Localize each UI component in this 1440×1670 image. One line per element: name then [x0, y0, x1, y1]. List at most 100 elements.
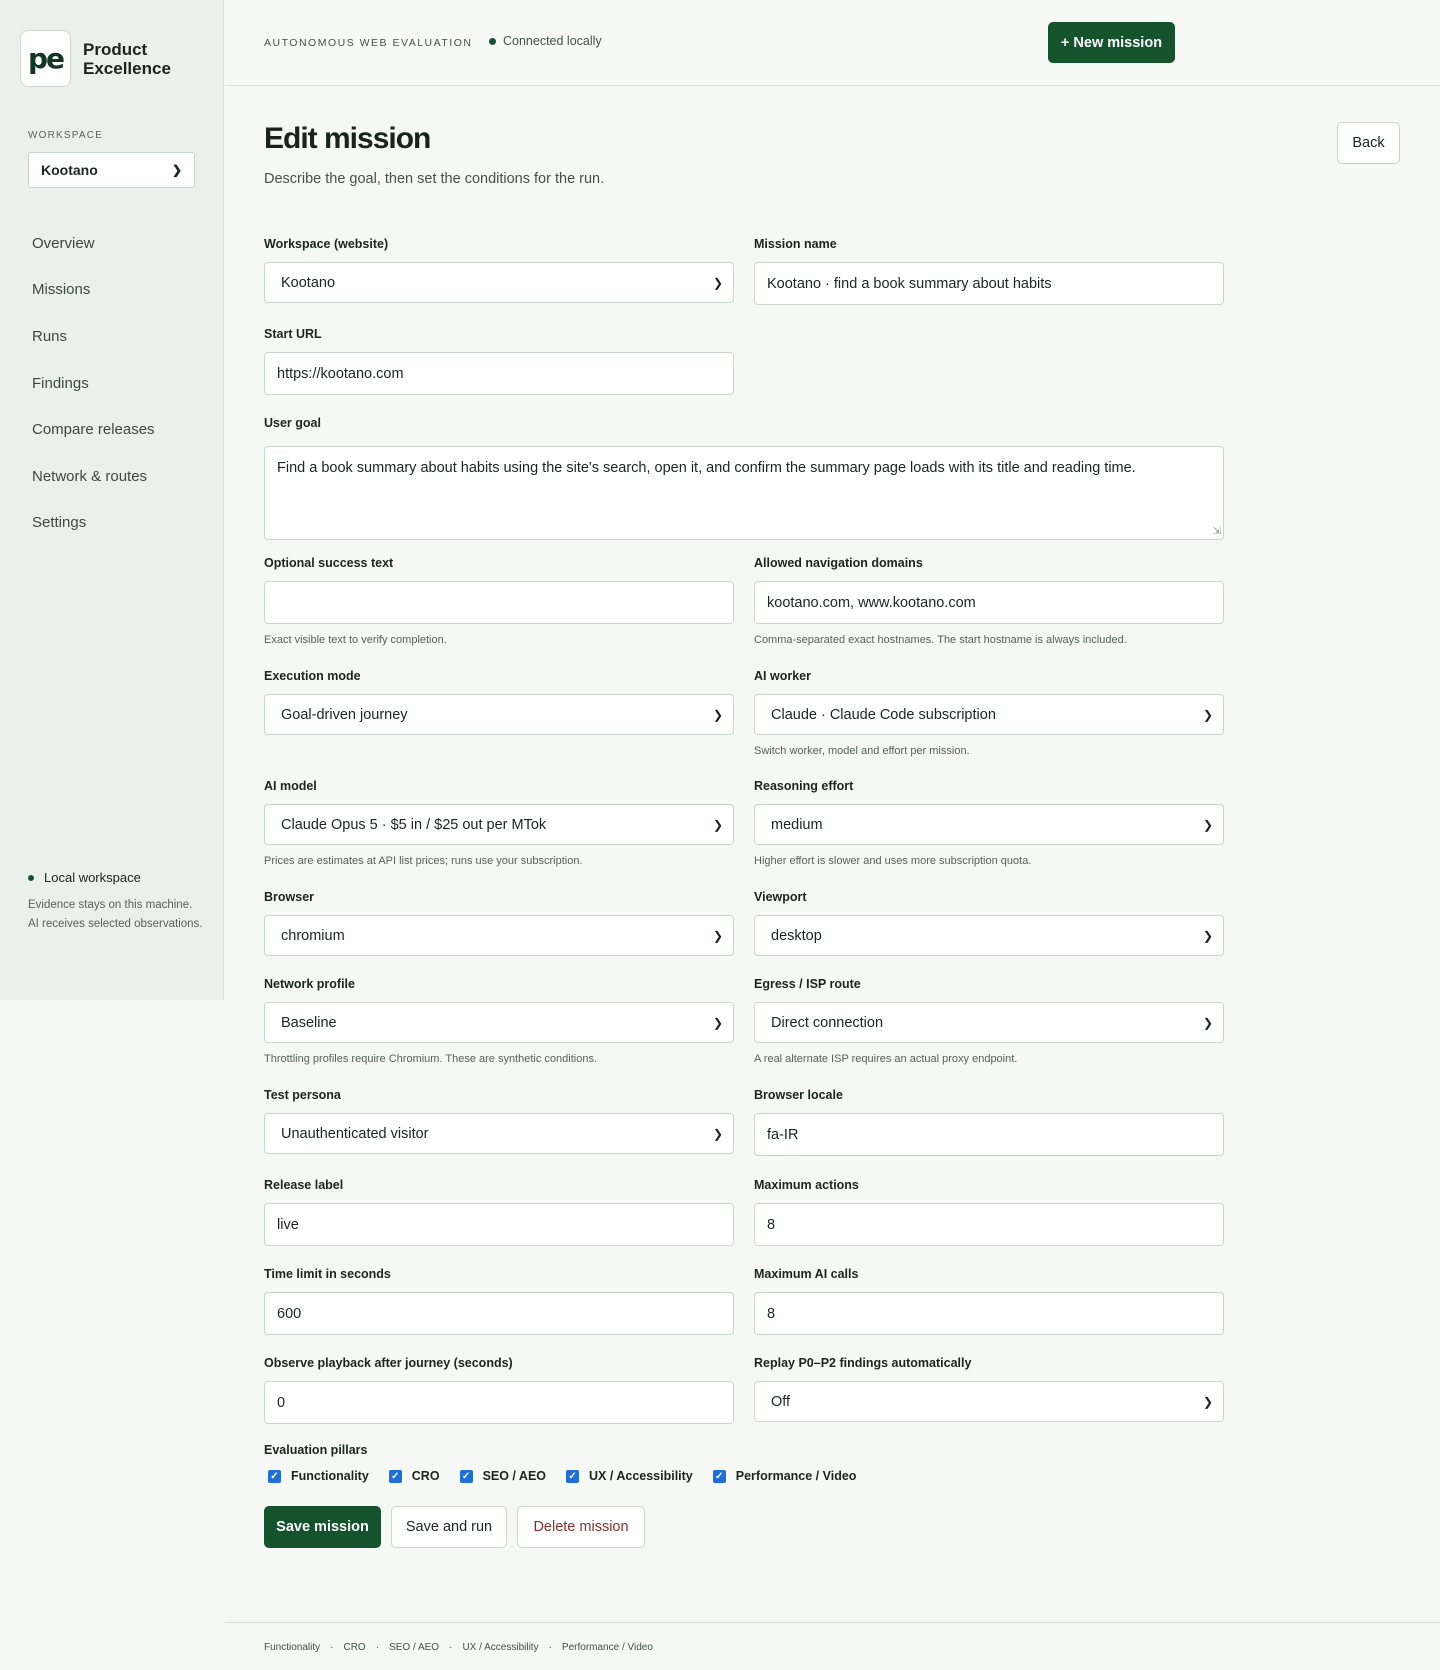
- browser-label: Browser: [264, 890, 315, 904]
- browser-value: chromium: [281, 927, 345, 944]
- workspace-website-select[interactable]: Kootano ❯: [264, 262, 734, 303]
- allowed-domains-input[interactable]: kootano.com, www.kootano.com: [754, 581, 1224, 624]
- checkbox-checked-icon[interactable]: ✓: [459, 1469, 473, 1483]
- new-mission-button[interactable]: + New mission: [1048, 22, 1175, 63]
- max-ai-calls-input[interactable]: 8: [754, 1292, 1224, 1335]
- sidebar-item-findings[interactable]: Findings: [32, 360, 155, 407]
- ai-model-select[interactable]: Claude Opus 5 · $5 in / $25 out per MTok…: [264, 804, 734, 845]
- local-workspace-line1: Evidence stays on this machine.: [28, 899, 193, 911]
- checkbox-checked-icon[interactable]: ✓: [566, 1469, 580, 1483]
- sidebar: pe Product Excellence WORKSPACE Kootano …: [0, 0, 224, 1000]
- pillar-label: CRO: [411, 1469, 440, 1483]
- network-profile-select[interactable]: Baseline ❯: [264, 1002, 734, 1043]
- chevron-down-icon: ❯: [712, 817, 723, 832]
- execution-mode-select[interactable]: Goal-driven journey ❯: [264, 694, 734, 735]
- evaluation-pillars-label: Evaluation pillars: [264, 1443, 368, 1457]
- persona-field: Test persona Unauthenticated visitor ❯: [264, 1088, 734, 1154]
- sidebar-item-settings[interactable]: Settings: [32, 500, 155, 547]
- workspace-field: Workspace (website) Kootano ❯: [264, 237, 734, 303]
- release-label-input[interactable]: live: [264, 1203, 734, 1246]
- user-goal-text: Find a book summary about habits using t…: [277, 460, 1136, 476]
- footer-link-functionality[interactable]: Functionality: [264, 1642, 320, 1653]
- pillar-label: Functionality: [291, 1469, 369, 1483]
- reasoning-effort-help: Higher effort is slower and uses more su…: [754, 855, 1032, 867]
- save-and-run-button[interactable]: Save and run: [391, 1506, 507, 1548]
- persona-label: Test persona: [264, 1088, 341, 1102]
- local-workspace-note: Local workspace Evidence stays on this m…: [28, 870, 208, 934]
- locale-label: Browser locale: [754, 1088, 843, 1102]
- max-actions-input[interactable]: 8: [754, 1203, 1224, 1246]
- footer-link-cro[interactable]: CRO: [343, 1642, 365, 1653]
- pillar-ux-accessibility[interactable]: ✓ UX / Accessibility: [562, 1469, 693, 1483]
- execution-mode-field: Execution mode Goal-driven journey ❯: [264, 669, 734, 735]
- pillar-performance-video[interactable]: ✓ Performance / Video: [709, 1469, 856, 1483]
- viewport-field: Viewport desktop ❯: [754, 890, 1224, 956]
- time-limit-input[interactable]: 600: [264, 1292, 734, 1335]
- execution-mode-value: Goal-driven journey: [281, 706, 408, 723]
- success-text-input[interactable]: [264, 581, 734, 624]
- egress-value: Direct connection: [771, 1014, 884, 1031]
- resize-grip-icon[interactable]: ⇲: [1213, 526, 1221, 537]
- sidebar-item-network-routes[interactable]: Network & routes: [32, 453, 155, 500]
- footer-link-ux-accessibility[interactable]: UX / Accessibility: [462, 1642, 538, 1653]
- checkbox-checked-icon[interactable]: ✓: [712, 1469, 726, 1483]
- chevron-down-icon: ❯: [712, 928, 723, 943]
- egress-select[interactable]: Direct connection ❯: [754, 1002, 1224, 1043]
- status-dot-icon: [28, 874, 34, 881]
- allowed-domains-field: Allowed navigation domains kootano.com, …: [754, 556, 1224, 646]
- mission-name-label: Mission name: [754, 237, 837, 251]
- reasoning-effort-select[interactable]: medium ❯: [754, 804, 1224, 845]
- footer-separator: ·: [375, 1642, 380, 1653]
- pillar-functionality[interactable]: ✓ Functionality: [264, 1469, 369, 1483]
- time-limit-field: Time limit in seconds 600: [264, 1267, 734, 1335]
- checkbox-checked-icon[interactable]: ✓: [268, 1469, 281, 1483]
- replay-findings-select[interactable]: Off ❯: [754, 1381, 1224, 1422]
- checkbox-checked-icon[interactable]: ✓: [388, 1469, 402, 1483]
- workspace-website-value: Kootano: [281, 274, 336, 291]
- ai-model-value: Claude Opus 5 · $5 in / $25 out per MTok: [281, 816, 547, 833]
- start-url-field: Start URL https://kootano.com: [264, 327, 734, 395]
- viewport-label: Viewport: [754, 890, 807, 904]
- observe-playback-label: Observe playback after journey (seconds): [264, 1356, 513, 1370]
- ai-worker-value: Claude · Claude Code subscription: [771, 706, 996, 723]
- local-workspace-title: Local workspace: [44, 870, 141, 885]
- release-label-label: Release label: [264, 1178, 344, 1192]
- viewport-select[interactable]: desktop ❯: [754, 915, 1224, 956]
- release-label-field: Release label live: [264, 1178, 734, 1246]
- start-url-input[interactable]: https://kootano.com: [264, 352, 734, 395]
- sidebar-item-overview[interactable]: Overview: [32, 220, 155, 267]
- ai-model-help: Prices are estimates at API list prices;…: [264, 855, 583, 867]
- network-profile-field: Network profile Baseline ❯ Throttling pr…: [264, 977, 734, 1065]
- observe-playback-input[interactable]: 0: [264, 1381, 734, 1424]
- sidebar-item-compare-releases[interactable]: Compare releases: [32, 406, 155, 453]
- execution-mode-label: Execution mode: [264, 669, 361, 683]
- footer-link-performance-video[interactable]: Performance / Video: [562, 1642, 653, 1653]
- pillar-cro[interactable]: ✓ CRO: [385, 1469, 440, 1483]
- user-goal-label: User goal: [264, 416, 321, 430]
- footer-link-seo-aeo[interactable]: SEO / AEO: [389, 1642, 439, 1653]
- ai-worker-select[interactable]: Claude · Claude Code subscription ❯: [754, 694, 1224, 735]
- connection-status: Connected locally: [489, 34, 602, 48]
- persona-select[interactable]: Unauthenticated visitor ❯: [264, 1113, 734, 1154]
- save-mission-button[interactable]: Save mission: [264, 1506, 381, 1548]
- browser-field: Browser chromium ❯: [264, 890, 734, 956]
- pillar-label: UX / Accessibility: [589, 1469, 693, 1483]
- user-goal-textarea[interactable]: Find a book summary about habits using t…: [264, 446, 1224, 540]
- mission-name-input[interactable]: Kootano · find a book summary about habi…: [754, 262, 1224, 305]
- locale-field: Browser locale fa-IR: [754, 1088, 1224, 1156]
- chevron-down-icon: ❯: [1202, 1394, 1213, 1409]
- sidebar-item-runs[interactable]: Runs: [32, 313, 155, 360]
- app-section-label: AUTONOMOUS WEB EVALUATION: [264, 37, 473, 49]
- pillar-seo-aeo[interactable]: ✓ SEO / AEO: [456, 1469, 546, 1483]
- sidebar-item-missions[interactable]: Missions: [32, 267, 155, 314]
- allowed-domains-help: Comma-separated exact hostnames. The sta…: [754, 634, 1127, 646]
- replay-findings-label: Replay P0–P2 findings automatically: [754, 1356, 972, 1370]
- max-ai-calls-label: Maximum AI calls: [754, 1267, 859, 1281]
- brand[interactable]: pe Product Excellence: [20, 30, 183, 87]
- browser-select[interactable]: chromium ❯: [264, 915, 734, 956]
- workspace-select[interactable]: Kootano ❯: [28, 152, 195, 188]
- locale-input[interactable]: fa-IR: [754, 1113, 1224, 1156]
- delete-mission-button[interactable]: Delete mission: [517, 1506, 645, 1548]
- back-button[interactable]: Back: [1337, 122, 1400, 164]
- brand-logo: pe: [20, 30, 71, 87]
